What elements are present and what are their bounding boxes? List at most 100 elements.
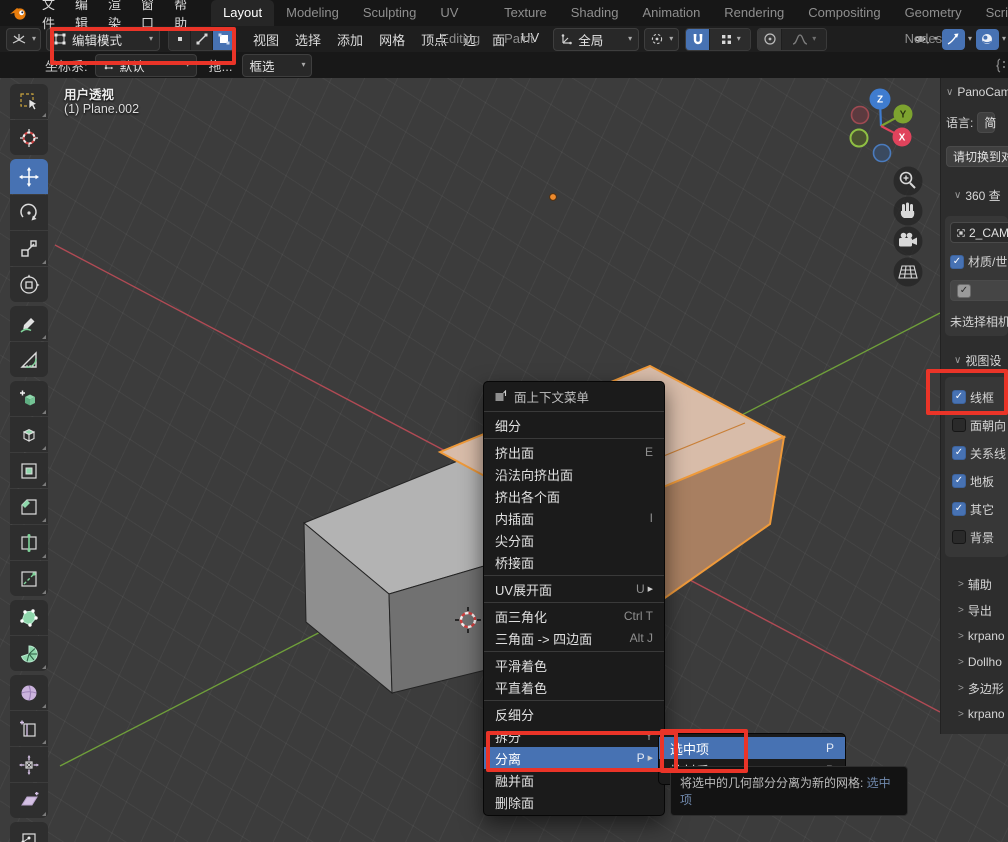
menu-add[interactable]: 添加 xyxy=(329,30,371,49)
tool-shear-button[interactable] xyxy=(10,783,48,818)
section-polygon[interactable]: >多边形 xyxy=(953,675,1008,701)
menu-item-subdivide[interactable]: 细分 xyxy=(484,414,664,436)
select-box-mode-selector[interactable]: 框选 ▾ xyxy=(242,54,312,77)
tool-extrude-region-button[interactable] xyxy=(10,417,48,452)
section-viewport-header[interactable]: ∨ 视图设 xyxy=(949,352,1008,369)
menu-file[interactable]: 文件 xyxy=(32,0,65,32)
secondary-toggle-button[interactable]: ✓ xyxy=(950,280,1008,301)
option-relationship-lines[interactable]: ✓ 关系线 xyxy=(950,439,1008,467)
section-dollhouse[interactable]: >Dollho xyxy=(953,649,1008,675)
option-face-orientation[interactable]: 面朝向 xyxy=(950,411,1008,439)
tool-poly-build-button[interactable] xyxy=(10,600,48,635)
tab-compositing[interactable]: Compositing xyxy=(796,0,892,26)
tab-texture-paint[interactable]: Texture Paint xyxy=(492,0,559,26)
material-world-row[interactable]: ✓ 材质/世界 xyxy=(950,253,1008,270)
menu-item-bridge-faces[interactable]: 桥接面 xyxy=(484,551,664,573)
tool-rotate-button[interactable] xyxy=(10,195,48,230)
snap-toggle-button[interactable] xyxy=(686,29,709,50)
section-blender[interactable]: >Blende xyxy=(953,727,1008,734)
tool-rip-region-button[interactable] xyxy=(10,822,48,842)
tool-edge-slide-button[interactable] xyxy=(10,711,48,746)
menu-item-shade-flat[interactable]: 平直着色 xyxy=(484,676,664,698)
section-krpano-1[interactable]: >krpano xyxy=(953,623,1008,649)
option-other[interactable]: ✓ 其它 xyxy=(950,495,1008,523)
zoom-button[interactable] xyxy=(894,167,923,196)
menu-select[interactable]: 选择 xyxy=(287,30,329,49)
snap-with-selector[interactable]: ▾ xyxy=(710,29,750,50)
tab-animation[interactable]: Animation xyxy=(630,0,712,26)
tab-geometry-nodes[interactable]: Geometry Nodes xyxy=(893,0,974,26)
tool-annotate-button[interactable] xyxy=(10,306,48,341)
menu-item-tris-to-quads[interactable]: 三角面 -> 四边面Alt J xyxy=(484,627,664,649)
tab-rendering[interactable]: Rendering xyxy=(712,0,796,26)
tool-knife-button[interactable] xyxy=(10,561,48,596)
menu-item-triangulate[interactable]: 面三角化Ctrl T xyxy=(484,605,664,627)
tab-modeling[interactable]: Modeling xyxy=(274,0,351,26)
menu-item-separate[interactable]: 分离P▶ xyxy=(484,747,664,769)
menu-item-delete-faces[interactable]: 删除面 xyxy=(484,791,664,813)
menu-item-unsubdivide[interactable]: 反细分 xyxy=(484,703,664,725)
menu-edit[interactable]: 编辑 xyxy=(65,0,98,32)
transform-orientation-selector[interactable]: 全局 ▾ xyxy=(553,28,639,51)
option-background[interactable]: 背景 xyxy=(950,523,1008,551)
tab-uv-editing[interactable]: UV Editing xyxy=(428,0,492,26)
menu-item-uv-unwrap[interactable]: UV展开面U▶ xyxy=(484,578,664,600)
axis-neg-x-ball[interactable] xyxy=(852,107,869,124)
menu-help[interactable]: 帮助 xyxy=(164,0,197,32)
overlays-toggle[interactable]: ▾ xyxy=(976,29,1006,50)
blender-logo-icon[interactable] xyxy=(8,4,28,22)
option-floor[interactable]: ✓ 地板 xyxy=(950,467,1008,495)
tool-scale-button[interactable] xyxy=(10,231,48,266)
section-assist[interactable]: >辅助 xyxy=(953,571,1008,597)
tab-sculpting[interactable]: Sculpting xyxy=(351,0,428,26)
tool-smooth-button[interactable] xyxy=(10,675,48,710)
tool-tweak-select-button[interactable] xyxy=(10,84,48,119)
tool-transform-button[interactable] xyxy=(10,267,48,302)
tool-cursor-3d-button[interactable] xyxy=(10,120,48,155)
menu-item-split[interactable]: 拆分Y xyxy=(484,725,664,747)
submenu-item-selection[interactable]: 选中项P xyxy=(659,737,845,759)
other-checkbox[interactable]: ✓ xyxy=(952,502,966,516)
wireframe-checkbox[interactable]: ✓ xyxy=(952,390,966,404)
tab-scripting[interactable]: Scripting xyxy=(974,0,1008,26)
menu-view[interactable]: 视图 xyxy=(245,30,287,49)
proportional-falloff-selector[interactable]: ▾ xyxy=(782,29,826,50)
face-select-mode-button[interactable] xyxy=(213,29,234,50)
tab-shading[interactable]: Shading xyxy=(559,0,631,26)
menu-item-dissolve-faces[interactable]: 融并面 xyxy=(484,769,664,791)
menu-item-shade-smooth[interactable]: 平滑着色 xyxy=(484,654,664,676)
gizmos-toggle[interactable]: ▾ xyxy=(942,29,972,50)
menu-item-extrude-along-normals[interactable]: 沿法向挤出面 xyxy=(484,463,664,485)
menu-item-extrude-faces[interactable]: 挤出面E xyxy=(484,441,664,463)
tool-inset-faces-button[interactable] xyxy=(10,453,48,488)
panel-header-panocam[interactable]: ∨ PanoCama xyxy=(941,85,1008,99)
floor-checkbox[interactable]: ✓ xyxy=(952,474,966,488)
menu-item-extrude-individual[interactable]: 挤出各个面 xyxy=(484,485,664,507)
section-360-header[interactable]: ∨ 360 查 xyxy=(949,187,1008,204)
camera-view-button[interactable] xyxy=(894,227,923,256)
tool-move-button[interactable] xyxy=(10,159,48,194)
pivot-point-selector[interactable]: ▾ xyxy=(644,28,679,51)
tool-bevel-button[interactable] xyxy=(10,489,48,524)
tool-add-cube-button[interactable] xyxy=(10,381,48,416)
switch-camera-button[interactable]: 请切换到对 xyxy=(946,146,1008,167)
menu-window[interactable]: 窗口 xyxy=(131,0,164,32)
language-selector[interactable]: 简 xyxy=(977,112,995,133)
axis-neg-z-ball[interactable] xyxy=(874,145,891,162)
tool-shrink-fatten-button[interactable] xyxy=(10,747,48,782)
menu-item-inset-faces[interactable]: 内插面I xyxy=(484,507,664,529)
section-export[interactable]: >导出 xyxy=(953,597,1008,623)
menu-render[interactable]: 渲染 xyxy=(98,0,131,32)
tab-layout[interactable]: Layout xyxy=(211,0,274,26)
menu-mesh[interactable]: 网格 xyxy=(371,30,413,49)
face-orientation-checkbox[interactable] xyxy=(952,418,966,432)
proportional-editing-toggle[interactable] xyxy=(758,29,781,50)
coordinate-system-selector[interactable]: 默认 ▾ xyxy=(95,54,197,77)
material-world-checkbox[interactable]: ✓ xyxy=(950,255,964,269)
tool-measure-button[interactable] xyxy=(10,342,48,377)
background-checkbox[interactable] xyxy=(952,530,966,544)
camera-object-field[interactable]: 2_CAM xyxy=(950,222,1008,243)
section-krpano-2[interactable]: >krpano xyxy=(953,701,1008,727)
tool-spin-button[interactable] xyxy=(10,636,48,671)
pan-hand-button[interactable] xyxy=(894,197,923,226)
